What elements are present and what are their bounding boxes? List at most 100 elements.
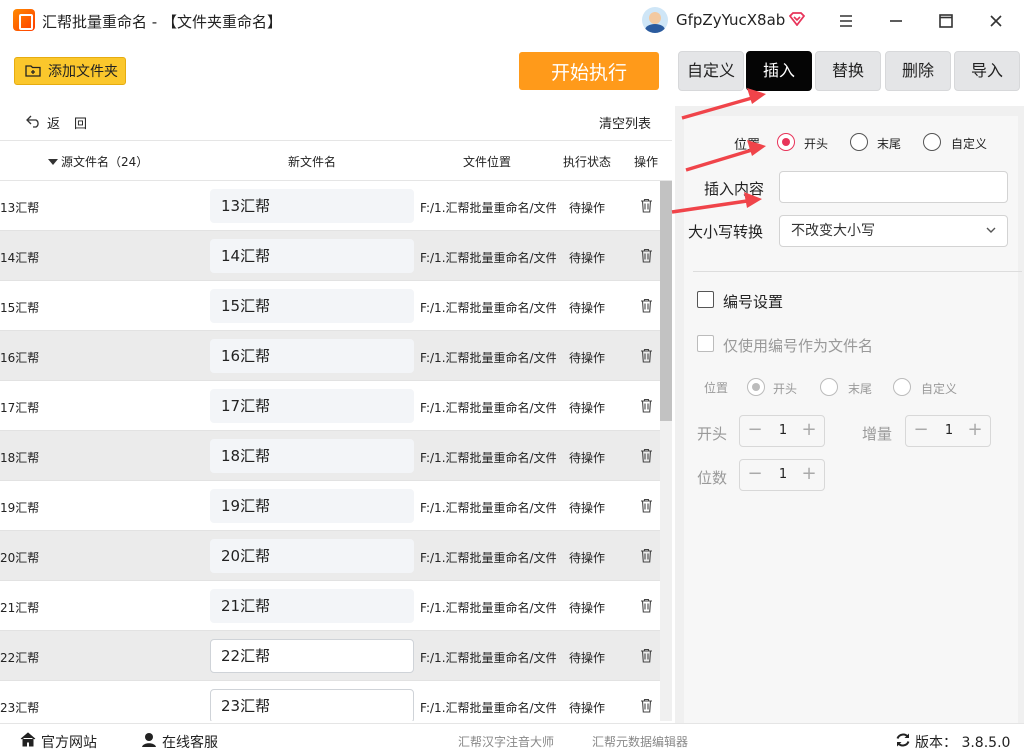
status-text: 待操作 xyxy=(569,551,606,565)
trash-icon[interactable] xyxy=(640,548,653,563)
table-row[interactable]: 16汇帮 16汇帮 F:/1.汇帮批量重命名/文件 待操作 xyxy=(0,331,660,381)
table-row[interactable]: 23汇帮 23汇帮 F:/1.汇帮批量重命名/文件 待操作 xyxy=(0,681,660,721)
file-location: F:/1.汇帮批量重命名/文件 xyxy=(420,651,556,665)
start-button[interactable]: 开始执行 xyxy=(519,52,659,90)
file-location: F:/1.汇帮批量重命名/文件 xyxy=(420,501,556,515)
digits-stepper[interactable]: − 1 + xyxy=(739,459,825,491)
source-name: 15汇帮 xyxy=(0,301,40,315)
table-row[interactable]: 17汇帮 17汇帮 F:/1.汇帮批量重命名/文件 待操作 xyxy=(0,381,660,431)
trash-icon[interactable] xyxy=(640,648,653,663)
official-site-link[interactable]: 官方网站 xyxy=(41,732,97,752)
plus-icon[interactable]: + xyxy=(796,416,822,446)
pinyin-tool-link[interactable]: 汇帮汉字注音大师 xyxy=(458,733,554,750)
increment-value: 1 xyxy=(944,423,954,438)
customer-service-icon xyxy=(142,733,156,747)
trash-icon[interactable] xyxy=(640,348,653,363)
tab-custom[interactable]: 自定义 xyxy=(678,51,744,91)
digits-value: 1 xyxy=(778,467,788,482)
start-number-stepper[interactable]: − 1 + xyxy=(739,415,825,447)
case-convert-select[interactable]: 不改变大小写 xyxy=(779,215,1008,247)
numbering-checkbox[interactable] xyxy=(697,291,714,308)
trash-icon[interactable] xyxy=(640,298,653,313)
scrollbar-thumb[interactable] xyxy=(660,181,672,421)
column-new-name: 新文件名 xyxy=(288,155,337,169)
column-source[interactable]: 源文件名（24） xyxy=(48,153,148,170)
case-convert-value: 不改变大小写 xyxy=(791,223,875,239)
plus-icon[interactable]: + xyxy=(796,460,822,490)
trash-icon[interactable] xyxy=(640,198,653,213)
new-name-field[interactable]: 13汇帮 xyxy=(210,189,414,223)
clear-list-button[interactable]: 清空列表 xyxy=(599,113,651,132)
status-text: 待操作 xyxy=(569,501,606,515)
tab-delete[interactable]: 删除 xyxy=(885,51,951,91)
tab-import[interactable]: 导入 xyxy=(954,51,1020,91)
trash-icon[interactable] xyxy=(640,448,653,463)
source-name: 20汇帮 xyxy=(0,551,40,565)
start-number-value: 1 xyxy=(778,423,788,438)
table-row[interactable]: 20汇帮 20汇帮 F:/1.汇帮批量重命名/文件 待操作 xyxy=(0,531,660,581)
position-end-radio[interactable] xyxy=(850,133,868,151)
list-toolbar: 返回 清空列表 xyxy=(0,102,672,140)
back-arrow-icon[interactable] xyxy=(26,114,42,128)
table-row[interactable]: 18汇帮 18汇帮 F:/1.汇帮批量重命名/文件 待操作 xyxy=(0,431,660,481)
new-name-field[interactable]: 19汇帮 xyxy=(210,489,414,523)
numbering-start-radio[interactable] xyxy=(747,378,765,396)
minus-icon[interactable]: − xyxy=(742,460,768,490)
numbering-custom-label: 自定义 xyxy=(921,382,958,396)
user-avatar[interactable] xyxy=(642,7,668,33)
table-row[interactable]: 14汇帮 14汇帮 F:/1.汇帮批量重命名/文件 待操作 xyxy=(0,231,660,281)
new-name-field[interactable]: 22汇帮 xyxy=(210,639,414,673)
source-name: 22汇帮 xyxy=(0,651,40,665)
source-name: 16汇帮 xyxy=(0,351,40,365)
position-custom-radio[interactable] xyxy=(923,133,941,151)
plus-icon[interactable]: + xyxy=(962,416,988,446)
section-divider xyxy=(693,271,1022,272)
new-name-field[interactable]: 15汇帮 xyxy=(210,289,414,323)
file-location: F:/1.汇帮批量重命名/文件 xyxy=(420,401,556,415)
refresh-icon[interactable] xyxy=(895,732,911,748)
add-folder-button[interactable]: 添加文件夹 xyxy=(14,57,126,85)
new-name-field[interactable]: 17汇帮 xyxy=(210,389,414,423)
back-button[interactable]: 返回 xyxy=(47,113,101,132)
table-row[interactable]: 15汇帮 15汇帮 F:/1.汇帮批量重命名/文件 待操作 xyxy=(0,281,660,331)
table-scrollbar[interactable] xyxy=(660,181,672,721)
trash-icon[interactable] xyxy=(640,248,653,263)
status-text: 待操作 xyxy=(569,301,606,315)
user-name[interactable]: GfpZyYucX8ab xyxy=(676,11,785,29)
increment-stepper[interactable]: − 1 + xyxy=(905,415,991,447)
file-location: F:/1.汇帮批量重命名/文件 xyxy=(420,201,556,215)
insert-content-input[interactable] xyxy=(779,171,1008,203)
position-start-radio[interactable] xyxy=(777,133,795,151)
new-name-field[interactable]: 23汇帮 xyxy=(210,689,414,721)
new-name-field[interactable]: 21汇帮 xyxy=(210,589,414,623)
maximize-icon[interactable] xyxy=(934,9,958,33)
minus-icon[interactable]: − xyxy=(742,416,768,446)
file-location: F:/1.汇帮批量重命名/文件 xyxy=(420,351,556,365)
trash-icon[interactable] xyxy=(640,398,653,413)
tab-insert[interactable]: 插入 xyxy=(746,51,812,91)
trash-icon[interactable] xyxy=(640,698,653,713)
menu-icon[interactable] xyxy=(834,9,858,33)
source-name: 14汇帮 xyxy=(0,251,40,265)
minus-icon[interactable]: − xyxy=(908,416,934,446)
insert-panel-body: 位置 开头 末尾 自定义 插入内容 大小写转换 不改变大小写 编号设置 仅使用编… xyxy=(684,116,1022,723)
close-icon[interactable] xyxy=(984,9,1008,33)
table-row[interactable]: 13汇帮 13汇帮 F:/1.汇帮批量重命名/文件 待操作 xyxy=(0,181,660,231)
only-number-checkbox[interactable] xyxy=(697,335,714,352)
table-row[interactable]: 22汇帮 22汇帮 F:/1.汇帮批量重命名/文件 待操作 xyxy=(0,631,660,681)
online-service-link[interactable]: 在线客服 xyxy=(162,732,218,752)
numbering-end-radio[interactable] xyxy=(820,378,838,396)
trash-icon[interactable] xyxy=(640,498,653,513)
new-name-field[interactable]: 16汇帮 xyxy=(210,339,414,373)
numbering-custom-radio[interactable] xyxy=(893,378,911,396)
trash-icon[interactable] xyxy=(640,598,653,613)
metadata-editor-link[interactable]: 汇帮元数据编辑器 xyxy=(592,733,688,750)
minimize-icon[interactable] xyxy=(884,9,908,33)
file-location: F:/1.汇帮批量重命名/文件 xyxy=(420,551,556,565)
new-name-field[interactable]: 14汇帮 xyxy=(210,239,414,273)
new-name-field[interactable]: 18汇帮 xyxy=(210,439,414,473)
new-name-field[interactable]: 20汇帮 xyxy=(210,539,414,573)
tab-replace[interactable]: 替换 xyxy=(815,51,881,91)
table-row[interactable]: 21汇帮 21汇帮 F:/1.汇帮批量重命名/文件 待操作 xyxy=(0,581,660,631)
table-row[interactable]: 19汇帮 19汇帮 F:/1.汇帮批量重命名/文件 待操作 xyxy=(0,481,660,531)
